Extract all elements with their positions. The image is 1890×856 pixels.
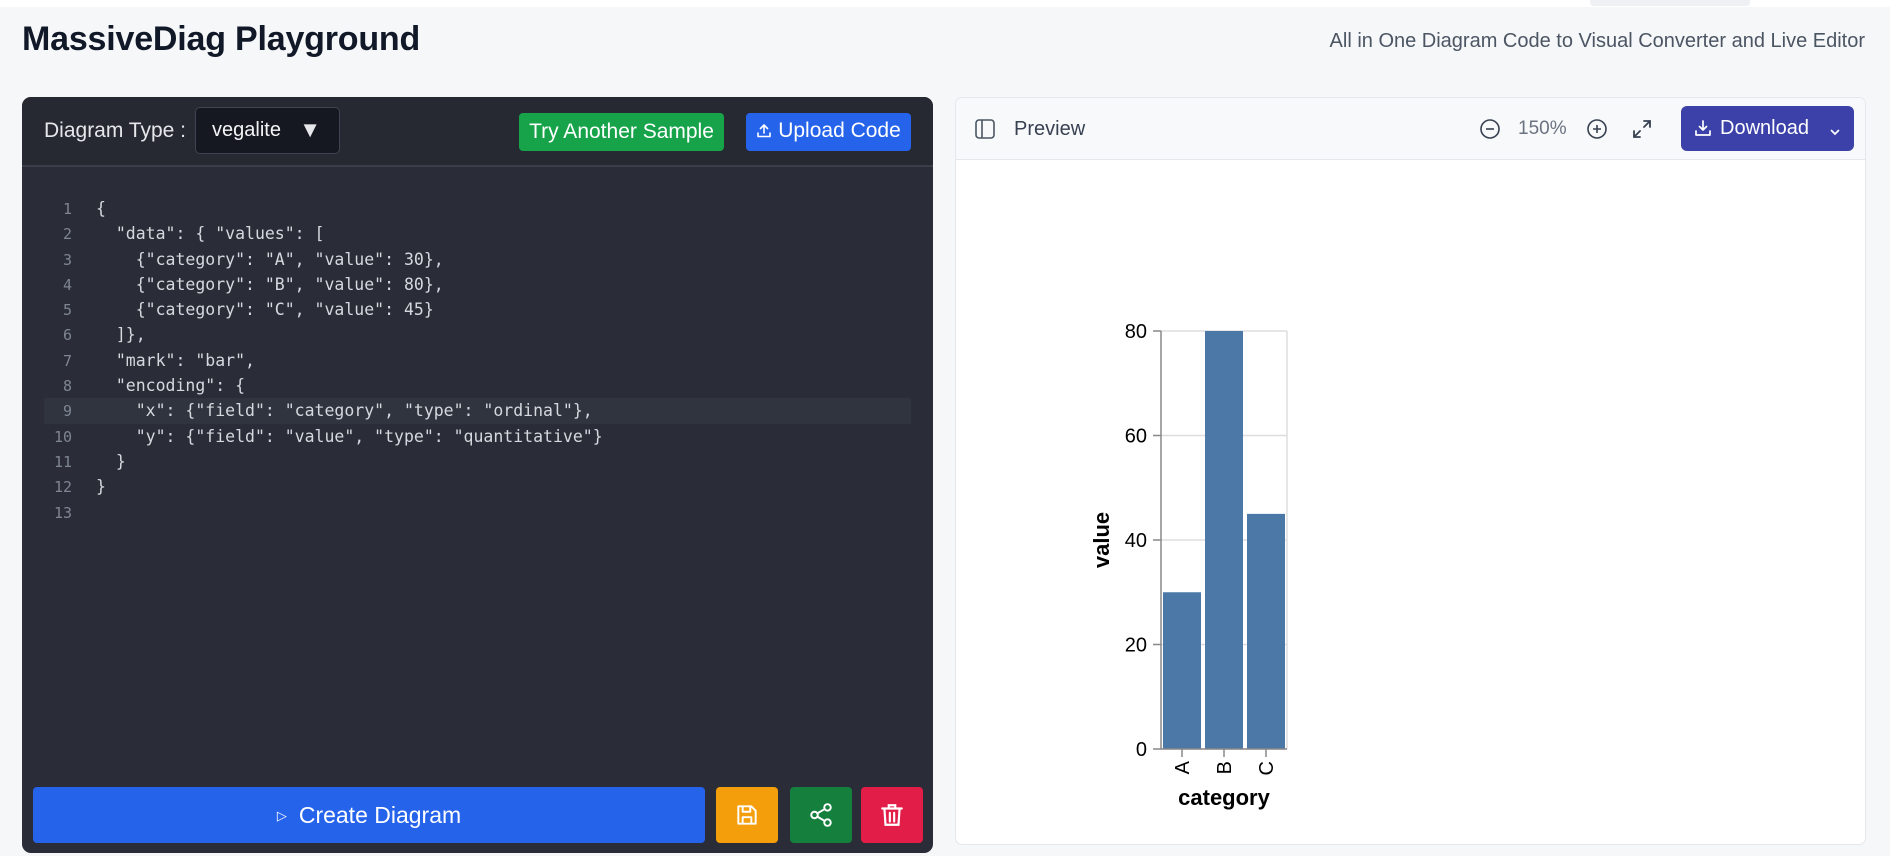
create-diagram-label: Create Diagram (298, 801, 462, 828)
download-button[interactable]: Download (1681, 106, 1854, 151)
line-number: 11 (53, 452, 72, 471)
zoom-in-icon[interactable] (1586, 118, 1608, 145)
trash-icon (881, 804, 903, 826)
code-text: } (96, 477, 106, 497)
code-line[interactable]: 13 (44, 500, 911, 525)
code-text: "mark": "bar", (96, 350, 255, 370)
bar-A (1163, 592, 1201, 749)
try-another-sample-button[interactable]: Try Another Sample (519, 113, 724, 151)
preview-label: Preview (1014, 118, 1086, 140)
y-tick-label: 20 (1125, 635, 1147, 657)
line-number: 12 (53, 478, 72, 497)
upload-code-label: Upload Code (778, 119, 901, 142)
top-strip (0, 0, 1890, 7)
diagram-type-select[interactable]: vegalite ▼ (195, 107, 340, 154)
bar-C (1247, 513, 1285, 749)
bar-B (1205, 331, 1243, 749)
download-icon (1694, 119, 1712, 143)
bar-chart: 0 20 40 60 80 A B Ccategory value (1089, 321, 1288, 810)
code-line[interactable]: 7 "mark": "bar", (44, 348, 911, 373)
code-line[interactable]: 8 "encoding": { (44, 373, 911, 398)
code-text: { (96, 199, 106, 218)
code-text: "x": {"field": "category", "type": "ordi… (96, 401, 593, 421)
y-tick-label: 60 (1125, 426, 1147, 448)
line-number: 7 (62, 351, 72, 370)
line-number: 9 (62, 402, 72, 421)
app-subtitle: All in One Diagram Code to Visual Conver… (1329, 30, 1865, 52)
upload-icon (756, 121, 772, 145)
line-number: 6 (62, 326, 72, 345)
app-title: MassiveDiag Playground (22, 20, 421, 58)
code-text: } (96, 451, 126, 471)
y-tick-label: 40 (1125, 530, 1147, 552)
preview-toolbar: Preview 150% Download (956, 98, 1865, 160)
code-line[interactable]: 12} (44, 474, 911, 499)
delete-button[interactable] (861, 787, 923, 843)
x-tick-label: A (1172, 760, 1194, 774)
code-text: ]}, (96, 325, 146, 345)
save-button[interactable] (716, 787, 778, 843)
share-icon (810, 803, 832, 827)
zoom-level: 150% (1518, 118, 1567, 139)
play-icon: ▷ (276, 807, 287, 823)
download-label: Download (1720, 117, 1809, 139)
code-text: "y": {"field": "value", "type": "quantit… (96, 426, 603, 446)
code-line[interactable]: 4 {"category": "B", "value": 80}, (44, 272, 911, 297)
save-icon (737, 805, 757, 825)
caret-down-icon: ▼ (299, 117, 321, 142)
code-line[interactable]: 10 "y": {"field": "value", "type": "quan… (44, 424, 911, 449)
code-text: "encoding": { (96, 376, 246, 396)
line-number: 13 (53, 503, 72, 522)
x-axis-title: category (1178, 785, 1270, 810)
code-text: {"category": "A", "value": 30}, (96, 249, 444, 269)
upload-code-button[interactable]: Upload Code (746, 113, 911, 151)
code-line[interactable]: 3 {"category": "A", "value": 30}, (44, 247, 911, 272)
zoom-out-icon[interactable] (1479, 118, 1501, 145)
diagram-type-label: Diagram Type : (44, 119, 187, 142)
line-number: 8 (62, 377, 72, 396)
code-line[interactable]: 2 "data": { "values": [ (44, 221, 911, 246)
create-diagram-button[interactable]: ▷ Create Diagram (33, 787, 705, 843)
code-text: {"category": "B", "value": 80}, (96, 274, 444, 294)
code-line[interactable]: 6 ]}, (44, 322, 911, 347)
line-number: 3 (62, 250, 72, 269)
code-input[interactable]: 1{2 "data": { "values": [3 {"category": … (44, 196, 911, 525)
chevron-down-icon (1829, 121, 1841, 144)
x-tick-label: B (1214, 761, 1236, 774)
code-text: "data": { "values": [ (96, 224, 325, 244)
y-tick-label: 80 (1125, 321, 1147, 343)
code-line[interactable]: 5 {"category": "C", "value": 45} (44, 297, 911, 322)
code-editor-panel: Diagram Type : vegalite ▼ Try Another Sa… (22, 97, 933, 853)
sidebar-toggle-icon[interactable] (974, 118, 996, 145)
line-number: 4 (62, 275, 72, 294)
share-button[interactable] (790, 787, 852, 843)
code-text: {"category": "C", "value": 45} (96, 300, 434, 320)
preview-panel: Preview 150% Download 0 20 40 60 80 A B Ccatego… (955, 97, 1866, 845)
line-number: 10 (53, 427, 72, 446)
code-line[interactable]: 1{ (44, 196, 911, 221)
x-tick-label: C (1256, 761, 1278, 775)
line-number: 2 (62, 225, 72, 244)
line-number: 1 (62, 200, 72, 218)
code-line[interactable]: 11 } (44, 449, 911, 474)
y-axis-title: value (1089, 512, 1114, 568)
expand-icon[interactable] (1631, 118, 1653, 145)
y-tick-label: 0 (1136, 739, 1147, 761)
editor-toolbar: Diagram Type : vegalite ▼ Try Another Sa… (22, 97, 933, 167)
code-line[interactable]: 9 "x": {"field": "category", "type": "or… (44, 398, 911, 424)
line-number: 5 (62, 301, 72, 320)
diagram-type-value: vegalite (212, 119, 281, 141)
